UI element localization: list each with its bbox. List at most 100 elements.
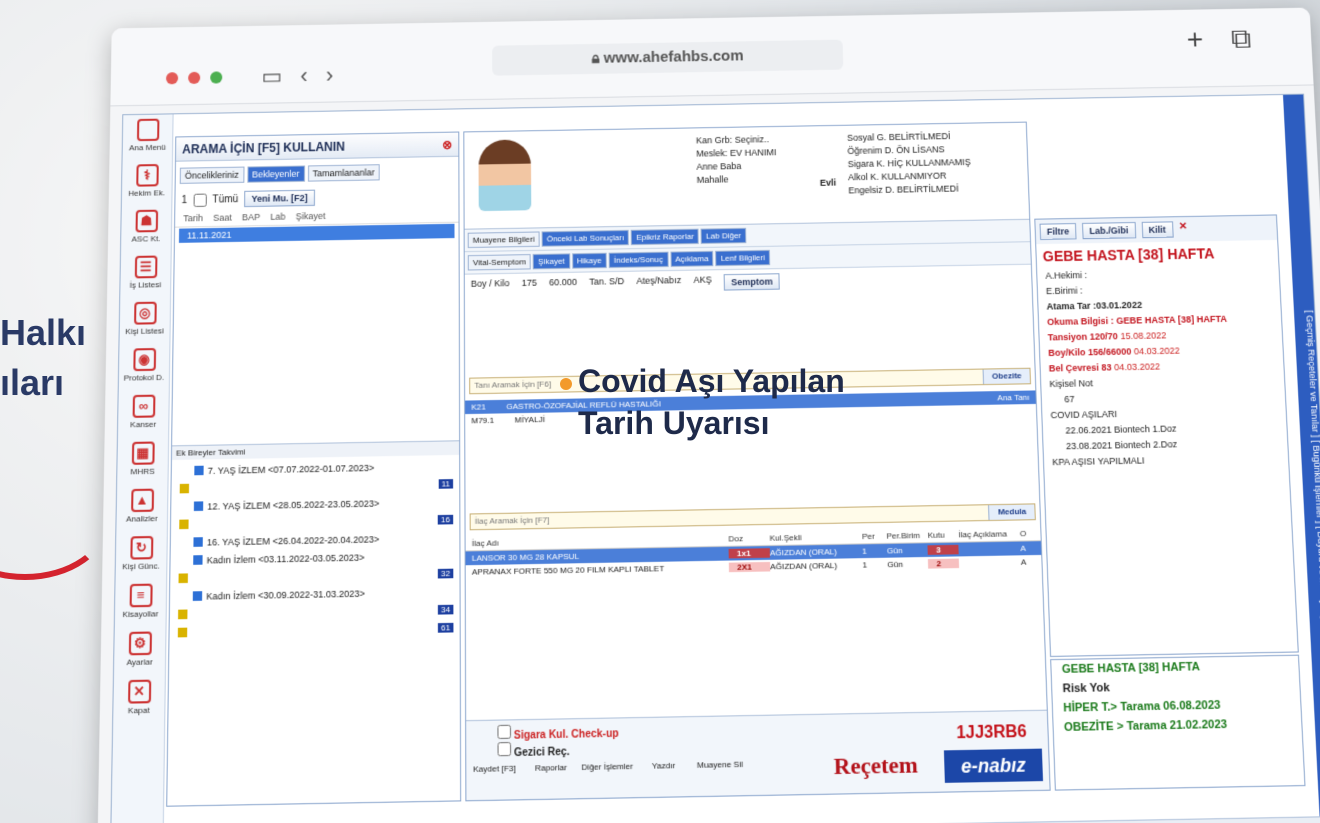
tab-vital[interactable]: İndeks/Sonuç: [609, 252, 669, 268]
tab-vital[interactable]: Açıklama: [670, 251, 714, 267]
symptom-button[interactable]: Semptom: [724, 273, 780, 290]
summary-tool-button[interactable]: Lab./Gibi: [1082, 222, 1136, 239]
column-header[interactable]: Doz: [728, 533, 769, 543]
sidebar-item[interactable]: ◎ Kişi Listesi: [119, 297, 170, 344]
diagnosis-placeholder: Tanı Aramak İçin [F6]: [474, 377, 551, 393]
tab-vital[interactable]: Vital-Semptom: [468, 254, 531, 270]
kpa-warning: KPA AŞISI YAPILMALI: [1044, 451, 1289, 471]
doctor-icon: ⚕: [136, 164, 159, 187]
rx-cell-use: AĞIZDAN (ORAL): [770, 547, 863, 558]
rx-cell-o: A: [1021, 557, 1036, 567]
tree-item-label: 12. YAŞ İZLEM <28.05.2022-23.05.2023>: [207, 498, 379, 512]
column-header[interactable]: BAP: [242, 212, 260, 222]
search-tab[interactable]: Tamamlananlar: [308, 164, 380, 181]
sidebar-toggle-icon[interactable]: ▭: [261, 63, 282, 89]
sidebar-item[interactable]: ☰ İş Listesi: [120, 251, 170, 298]
sidebar-item[interactable]: ≡ Kisayollar: [115, 579, 166, 628]
rx-cell-name: APRANAX FORTE 550 MG 20 FILM KAPLI TABLE…: [472, 563, 729, 577]
close-icon[interactable]: ✕: [1179, 221, 1188, 237]
sidebar-item-label: MHRS: [130, 467, 154, 477]
column-header[interactable]: Kul.Şekli: [769, 532, 862, 543]
chart-icon: ▲: [131, 489, 154, 513]
tab-exam[interactable]: Önceki Lab Sonuçları: [542, 230, 630, 247]
action-bar: Sigara Kul. Check-up Gezici Reç. 1JJ3RB6…: [466, 710, 1049, 801]
rx-cell-o: A: [1020, 543, 1035, 553]
forward-icon[interactable]: ›: [326, 62, 333, 88]
close-window-button[interactable]: [166, 72, 178, 84]
minimize-window-button[interactable]: [188, 72, 200, 84]
search-tab[interactable]: Bekleyenler: [247, 166, 305, 183]
search-tab[interactable]: Öncelikleriniz: [180, 167, 244, 184]
obesity-button[interactable]: Obezite: [983, 369, 1030, 384]
sidebar-item[interactable]: Ana Menü: [123, 114, 173, 160]
summary-tool-button[interactable]: Filtre: [1040, 223, 1077, 240]
sidebar-item[interactable]: ↻ Kişi Günc.: [116, 531, 167, 580]
address-bar[interactable]: 🔒︎ www.ahefahbs.com: [492, 40, 843, 76]
tab-vital[interactable]: Lenf Bilgileri: [715, 250, 770, 266]
tab-vital[interactable]: Hikaye: [572, 253, 607, 269]
status-bar: SANS [54] GÜNKIOSK 1Gebe: 20/21Lab: 2/7B…: [111, 816, 1320, 823]
tree-item-label: Kadın İzlem <30.09.2022-31.03.2023>: [206, 588, 365, 601]
new-exam-button[interactable]: Yeni Mu. [F2]: [244, 190, 314, 207]
refresh-icon: ↻: [130, 536, 153, 560]
group-icon: ☗: [135, 210, 158, 233]
tab-vital[interactable]: Şikayet: [533, 253, 570, 269]
tab-exam[interactable]: Muayene Bilgileri: [468, 231, 540, 248]
sidebar-item[interactable]: ▲ Analizler: [116, 484, 167, 532]
new-tab-button[interactable]: +: [1186, 23, 1204, 56]
all-checkbox[interactable]: [193, 193, 206, 206]
save-button[interactable]: Kaydet [F3]: [466, 763, 522, 774]
sidebar-item[interactable]: ✕ Kapat: [113, 675, 165, 724]
column-header[interactable]: O: [1020, 529, 1035, 539]
column-header[interactable]: Saat: [213, 212, 232, 223]
person-list-icon: ◎: [134, 302, 157, 325]
maximize-window-button[interactable]: [210, 71, 222, 83]
folder-icon: [194, 501, 203, 511]
tab-exam[interactable]: Epikriz Raporlar: [631, 229, 699, 245]
callout-line1: Covid Aşı Yapılan: [578, 363, 845, 399]
delete-button[interactable]: Muayene Sil: [692, 759, 749, 770]
summary-tool-button[interactable]: Kilit: [1141, 221, 1173, 238]
column-header[interactable]: Şikayet: [296, 211, 326, 222]
height-value[interactable]: 175: [522, 277, 537, 294]
risk-panel: GEBE HASTA [38] HAFTA Risk Yok HİPER T.>…: [1050, 655, 1305, 791]
drug-search-input[interactable]: İlaç Aramak İçin [F7] Medula: [470, 503, 1036, 530]
medula-button[interactable]: Medula: [988, 504, 1034, 520]
column-header[interactable]: İlaç Açıklama: [958, 529, 1020, 540]
all-label: Tümü: [212, 194, 238, 206]
sidebar-item[interactable]: ⚙ Ayarlar: [114, 627, 166, 676]
column-header[interactable]: Lab: [270, 211, 285, 221]
obesity-screening[interactable]: OBEZİTE > Tarama 21.02.2023: [1053, 714, 1302, 738]
sidebar-item[interactable]: ▦ MHRS: [117, 437, 168, 485]
sidebar-item[interactable]: ☗ ASC Kt.: [121, 205, 171, 252]
close-icon: ✕: [128, 680, 151, 704]
sidebar-item[interactable]: ⚕ Hekim Ek.: [122, 160, 172, 206]
sidebar-item-label: Kişi Günc.: [122, 561, 160, 571]
column-header[interactable]: Per.Birim: [886, 531, 927, 541]
bp-label: Tan. S/D: [589, 276, 624, 293]
callout-bullet: [560, 378, 572, 390]
tabs-overview-icon[interactable]: ⧉: [1230, 23, 1252, 56]
sidebar-item[interactable]: ∞ Kanser: [118, 390, 169, 438]
sidebar-item-label: İş Listesi: [129, 280, 161, 290]
report-button[interactable]: Raporlar: [523, 762, 579, 773]
back-icon[interactable]: ‹: [300, 63, 308, 89]
column-header[interactable]: Tarih: [183, 213, 203, 224]
bp-value: Tansiyon 120/70: [1048, 331, 1119, 343]
tab-exam[interactable]: Lab Diğer: [701, 228, 747, 244]
weight-value[interactable]: 60.000: [549, 277, 577, 294]
lock-icon: 🔒︎: [591, 50, 603, 67]
column-header[interactable]: Per: [862, 531, 887, 541]
column-header[interactable]: İlaç Adı: [472, 534, 729, 548]
callout-covid-warning: Covid Aşı Yapılan Tarih Uyarısı: [560, 360, 845, 444]
avatar: [478, 139, 531, 211]
tools-button[interactable]: Diğer İşlemler: [579, 761, 635, 772]
print-button[interactable]: Yazdır: [635, 760, 691, 771]
recetem-logo[interactable]: Reçetem: [833, 751, 918, 781]
tree-item[interactable]: 61: [178, 619, 454, 642]
social-details: Sosyal G. BELİRTİLMEDİ Öğrenim D. ÖN LİS…: [847, 130, 972, 198]
enabiz-logo[interactable]: e-nabız: [944, 749, 1043, 783]
close-icon[interactable]: ⊗: [442, 133, 452, 157]
sidebar-item[interactable]: ◉ Protokol D.: [119, 344, 170, 391]
column-header[interactable]: Kutu: [927, 530, 958, 540]
